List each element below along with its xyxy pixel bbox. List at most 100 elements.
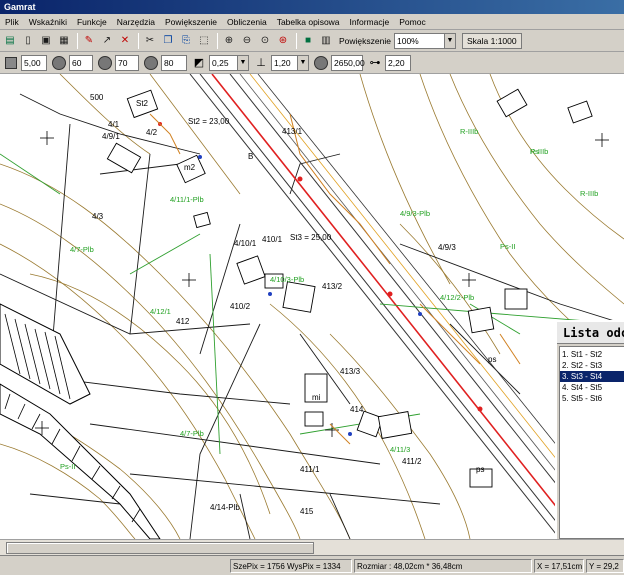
segment-list-panel: Lista odcinków 1. St1 - St2 2. St2 - St3… — [555, 320, 624, 539]
map-label: 410/1 — [262, 235, 283, 244]
map-label: St3 = 25,00 — [290, 233, 332, 242]
menu-file[interactable]: Plik — [0, 14, 24, 30]
title-bar: Gamrat — [0, 0, 624, 14]
map-label: 413/2 — [322, 282, 343, 291]
open-icon[interactable]: ▤ — [2, 33, 18, 49]
map-label: B — [248, 152, 253, 161]
menu-description-table[interactable]: Tabelka opisowa — [272, 14, 345, 30]
param-field-7[interactable]: 2650,00 — [331, 54, 365, 71]
cut-icon[interactable]: ✂ — [142, 33, 158, 49]
main-toolbar: ▤ ▯ ▣ ▦ ✎ ↗ ✕ ✂ ❐ ⎘ ⬚ ⊕ ⊖ ⊙ ⊛ ■ ▥ Powięk… — [0, 30, 624, 52]
measure-icon[interactable]: ↗ — [99, 33, 115, 49]
segment-list[interactable]: 1. St1 - St2 2. St2 - St3 3. St3 - St4 4… — [559, 346, 624, 539]
map-label: 411/2 — [402, 457, 422, 466]
scale-button[interactable]: Skala 1:1000 — [461, 32, 522, 49]
print-icon[interactable]: ▦ — [56, 33, 72, 49]
map-label: ps — [476, 465, 484, 474]
new-document-icon[interactable]: ▯ — [20, 33, 36, 49]
list-item[interactable]: 4. St4 - St5 — [560, 382, 624, 393]
map-label: 4/9/3-Plb — [400, 209, 430, 218]
layer-icon[interactable]: ■ — [300, 33, 316, 49]
map-label: 4/7-Plb — [180, 429, 204, 438]
horizontal-scrollbar[interactable] — [0, 539, 624, 555]
save-icon[interactable]: ▣ — [38, 33, 54, 49]
menu-functions[interactable]: Funkcje — [72, 14, 112, 30]
map-label: 4/12/1 — [150, 307, 171, 316]
line-width-icon: ◩ — [193, 57, 205, 69]
map-label: 414 — [350, 405, 364, 414]
list-item[interactable]: 5. St5 - St6 — [560, 393, 624, 404]
segment-list-title: Lista odcinków — [557, 322, 624, 344]
line-width-select[interactable]: 0,25 ▼ — [209, 54, 249, 71]
zoom-window-icon[interactable]: ⊙ — [257, 33, 273, 49]
map-label: 4/9/1 — [102, 132, 120, 141]
param-field-2[interactable]: 60 — [69, 54, 93, 71]
param-field-3[interactable]: 70 — [115, 54, 139, 71]
grid-step-icon — [2, 55, 20, 71]
map-label: 4/1 — [108, 120, 120, 129]
grid-icon[interactable]: ▥ — [318, 33, 334, 49]
chevron-down-icon[interactable]: ▼ — [297, 55, 308, 70]
map-label: 4/11/3 — [390, 445, 410, 454]
map-label: 410/2 — [230, 302, 251, 311]
map-label: R-IIIb — [580, 189, 598, 198]
map-label: 411/1 — [300, 465, 320, 474]
toolbar-separator — [217, 32, 218, 49]
menu-indicators[interactable]: Wskaźniki — [24, 14, 72, 30]
select-icon[interactable]: ⬚ — [196, 33, 212, 49]
text-height-icon: ⊥ — [256, 57, 266, 69]
map-label: 4/12/2-Plb — [440, 293, 474, 302]
zoom-select-value: 100% — [396, 35, 419, 46]
menu-bar: Plik Wskaźniki Funkcje Narzędzia Powięks… — [0, 14, 624, 30]
menu-information[interactable]: Informacje — [345, 14, 395, 30]
map-label: 4/11/1-Plb — [170, 195, 204, 204]
circle-icon — [312, 55, 330, 71]
list-item[interactable]: 1. St1 - St2 — [560, 349, 624, 360]
map-label: St2 = 23,00 — [188, 117, 230, 126]
menu-zoom[interactable]: Powiększenie — [160, 14, 222, 30]
map-label: 415 — [300, 507, 314, 516]
scrollbar-thumb[interactable] — [6, 542, 314, 554]
map-label: ps — [488, 355, 496, 364]
map-label: mi — [312, 393, 321, 402]
map-label: 500 — [90, 93, 104, 102]
utility-lines — [149, 113, 521, 445]
menu-tools[interactable]: Narzędzia — [112, 14, 160, 30]
zoom-all-icon[interactable]: ⊛ — [275, 33, 291, 49]
zoom-select[interactable]: 100% ▼ — [393, 32, 456, 49]
param-field-4[interactable]: 80 — [161, 54, 187, 71]
chevron-down-icon[interactable]: ▼ — [237, 55, 248, 70]
chevron-down-icon[interactable]: ▼ — [443, 33, 455, 48]
map-label: m2 — [184, 163, 196, 172]
list-item[interactable]: 2. St2 - St3 — [560, 360, 624, 371]
paste-icon[interactable]: ⎘ — [178, 33, 194, 49]
zoom-out-icon[interactable]: ⊖ — [239, 33, 255, 49]
map-label: 4/2 — [146, 128, 158, 137]
status-bar: SzePix = 1756 WysPix = 1334 Rozmiar : 48… — [0, 555, 624, 575]
map-label: Ps-II — [500, 242, 515, 251]
map-label: Ps-II — [60, 462, 75, 471]
delete-icon[interactable]: ✕ — [117, 33, 133, 49]
copy-icon[interactable]: ❐ — [160, 33, 176, 49]
grid-step-field[interactable]: 5,00 — [21, 54, 47, 71]
list-item-selected[interactable]: 3. St3 - St4 — [560, 371, 624, 382]
map-canvas[interactable]: 500 4/1 St2 St2 = 23,00 m2 4/2 4/3 4/10/… — [0, 74, 624, 539]
param-field-8[interactable]: 2,20 — [385, 54, 411, 71]
map-label: 4/10/1 — [234, 239, 257, 248]
menu-calculations[interactable]: Obliczenia — [222, 14, 272, 30]
parameters-toolbar: 5,00 60 70 80 ◩ 0,25 ▼ ⊥ 1,20 ▼ 2650,00 … — [0, 52, 624, 74]
circle-icon — [50, 55, 68, 71]
app-window: Gamrat Plik Wskaźniki Funkcje Narzędzia … — [0, 0, 624, 575]
zoom-in-icon[interactable]: ⊕ — [221, 33, 237, 49]
circle-icon — [96, 55, 114, 71]
menu-help[interactable]: Pomoc — [394, 14, 430, 30]
map-label: 4/3 — [92, 212, 104, 221]
status-y-coord: Y = 29,2 — [586, 559, 624, 573]
status-x-coord: X = 17,51cm — [534, 559, 584, 573]
toolbar-separator — [296, 32, 297, 49]
pencil-icon[interactable]: ✎ — [81, 33, 97, 49]
text-height-value: 1,20 — [274, 57, 291, 68]
toolbar-separator — [138, 32, 139, 49]
map-label: 4/9/3 — [438, 243, 456, 252]
text-height-select[interactable]: 1,20 ▼ — [271, 54, 309, 71]
